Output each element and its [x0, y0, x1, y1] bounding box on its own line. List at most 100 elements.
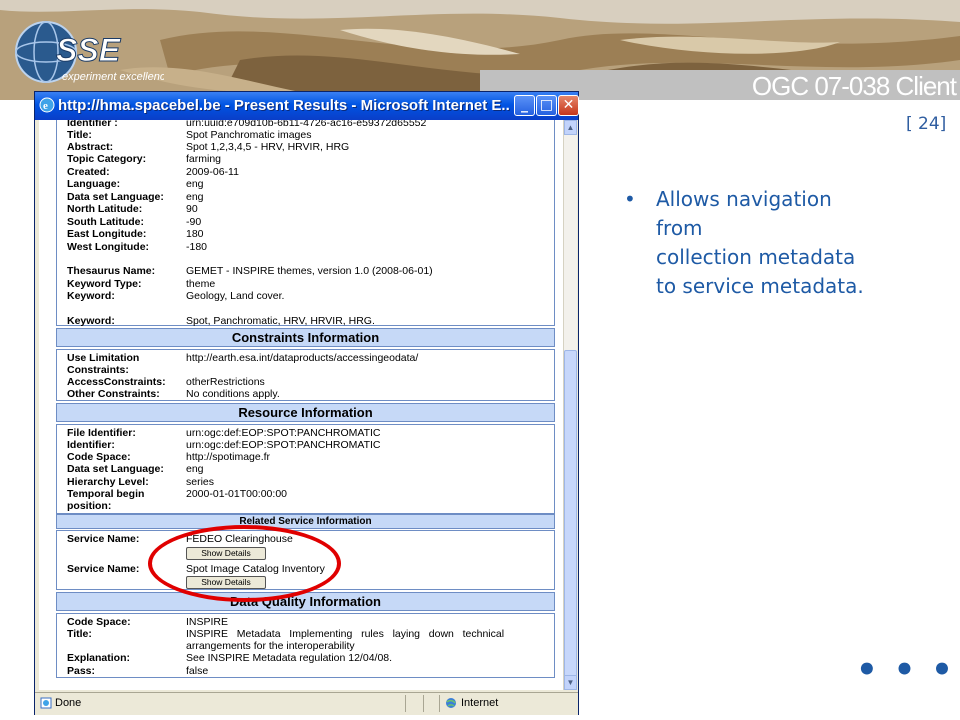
meta-value: farming: [186, 153, 222, 165]
svg-text:experiment excellence: experiment excellence: [62, 71, 164, 83]
vertical-scrollbar[interactable]: ▲ ▼: [563, 120, 577, 690]
scroll-down-icon[interactable]: ▼: [564, 675, 577, 690]
meta-key: Code Space:: [67, 451, 131, 463]
ellipsis: • • •: [856, 650, 955, 690]
meta-value: series: [186, 476, 215, 488]
sse-logo: SSE experiment excellence: [15, 21, 164, 83]
meta-key: File Identifier:: [67, 427, 136, 439]
scroll-up-icon[interactable]: ▲: [564, 120, 577, 135]
svg-text:e: e: [43, 100, 48, 112]
meta-key: Abstract:: [67, 141, 114, 153]
meta-value: -90: [186, 216, 202, 228]
meta-value: INSPIRE: [186, 616, 229, 628]
maximize-button[interactable]: □: [536, 95, 557, 116]
meta-value: urn:ogc:def:EOP:SPOT:PANCHROMATIC: [186, 439, 381, 451]
meta-key: West Longitude:: [67, 241, 150, 253]
bullet-dot-icon: •: [624, 187, 636, 211]
related-service-header: Related Service Information: [56, 514, 555, 529]
collection-metadata-box: Identifier : urn:uuid:e709d10b-6b11-4726-…: [56, 120, 555, 327]
status-divider: [439, 695, 440, 712]
ie-titlebar[interactable]: e http://hma.spacebel.be - Present Resul…: [35, 92, 579, 120]
meta-key: Title:: [67, 129, 92, 141]
bullet-line: from: [656, 216, 703, 240]
meta-value: http://spotimage.fr: [186, 451, 271, 463]
meta-key: Identifier:: [67, 439, 115, 451]
meta-value: urn:ogc:def:EOP:SPOT:PANCHROMATIC: [186, 427, 381, 439]
meta-value: See INSPIRE Metadata regulation 12/04/08…: [186, 652, 393, 664]
meta-value: -180: [186, 241, 208, 253]
meta-key: Topic Category:: [67, 153, 147, 165]
meta-value: eng: [186, 191, 204, 203]
status-bar: Done Internet: [35, 692, 578, 715]
meta-value: 2000-01-01T00:00:00: [186, 488, 287, 500]
meta-key: Use Limitation: [67, 352, 140, 364]
resource-header: Resource Information: [56, 403, 555, 422]
internet-globe-icon: [446, 698, 456, 708]
window-title: http://hma.spacebel.be - Present Results…: [58, 97, 510, 114]
meta-key: Constraints:: [67, 364, 129, 376]
meta-key: Explanation:: [67, 652, 131, 664]
meta-value: http://earth.esa.int/dataproducts/access…: [186, 352, 419, 364]
bullet-line: Allows navigation: [656, 187, 832, 211]
meta-value: 2009-06-11: [186, 166, 239, 178]
close-button[interactable]: ✕: [558, 95, 579, 116]
highlight-oval: [148, 525, 341, 602]
meta-value: theme: [186, 278, 216, 290]
zone-text: Internet: [461, 697, 499, 709]
meta-value: 90: [186, 203, 198, 215]
meta-value: false: [186, 665, 209, 677]
meta-value: eng: [186, 463, 204, 475]
bullet-list: • Allows navigation from collection meta…: [624, 185, 924, 301]
meta-key: Identifier :: [67, 120, 118, 129]
meta-value: eng: [186, 178, 204, 190]
meta-key: position:: [67, 500, 112, 512]
data-quality-box: Code Space: INSPIRE Title: INSPIRE Metadat…: [56, 613, 555, 678]
svg-text:SSE: SSE: [56, 32, 122, 68]
meta-key: Created:: [67, 166, 110, 178]
meta-value: Spot 1,2,3,4,5 - HRV, HRVIR, HRG: [186, 141, 350, 153]
meta-key: AccessConstraints:: [67, 376, 166, 388]
meta-key: Code Space:: [67, 616, 131, 628]
meta-key: Title:: [67, 628, 92, 640]
scroll-thumb[interactable]: [564, 350, 577, 680]
meta-value: otherRestrictions: [186, 376, 265, 388]
meta-key: Other Constraints:: [67, 388, 160, 400]
page-content: Identifier : urn:uuid:e709d10b-6b11-4726-…: [39, 120, 563, 690]
meta-key: Data set Language:: [67, 463, 164, 475]
meta-value: INSPIRE Metadata Implementing rules layi…: [186, 628, 505, 640]
meta-key: Pass:: [67, 665, 96, 677]
resource-box: File Identifier: urn:ogc:def:EOP:SPOT:PAN…: [56, 424, 555, 514]
page-number: [ 24]: [906, 114, 947, 134]
meta-value: urn:uuid:e709d10b-6b11-4726-ac16-e59372d…: [186, 120, 427, 129]
meta-key: Keyword Type:: [67, 278, 142, 290]
meta-key: Thesaurus Name:: [67, 265, 156, 277]
slide-title: OGC 07-038 Client: [751, 71, 957, 101]
meta-key: East Longitude:: [67, 228, 147, 240]
bullet-line: collection metadata: [656, 245, 856, 269]
meta-key: Keyword:: [67, 315, 115, 327]
ie-window: e http://hma.spacebel.be - Present Resul…: [34, 91, 579, 715]
meta-key: South Latitude:: [67, 216, 144, 228]
page-done-icon: [40, 697, 52, 709]
meta-value: Spot, Panchromatic, HRV, HRVIR, HRG.: [186, 315, 375, 327]
meta-key: Service Name:: [67, 563, 140, 575]
status-divider: [423, 695, 424, 712]
bullet-line: to service metadata.: [656, 274, 864, 298]
bullet-item: • Allows navigation from collection meta…: [624, 185, 924, 301]
status-divider: [405, 695, 406, 712]
meta-value: No conditions apply.: [186, 388, 280, 400]
meta-key: Keyword:: [67, 290, 115, 302]
meta-value: arrangements for the interoperability: [186, 640, 355, 652]
meta-value: GEMET - INSPIRE themes, version 1.0 (200…: [186, 265, 433, 277]
minimize-button[interactable]: _: [514, 95, 535, 116]
constraints-box: Use Limitation http://earth.esa.int/datap…: [56, 349, 555, 401]
meta-value: Geology, Land cover.: [186, 290, 285, 302]
status-text: Done: [55, 697, 82, 709]
meta-key: Temporal begin: [67, 488, 145, 500]
meta-key: Language:: [67, 178, 121, 190]
meta-key: Hierarchy Level:: [67, 476, 149, 488]
data-quality-header: Data Quality Information: [56, 592, 555, 611]
meta-key: Service Name:: [67, 533, 140, 545]
ie-logo-icon: e: [39, 97, 55, 113]
constraints-header: Constraints Information: [56, 328, 555, 347]
